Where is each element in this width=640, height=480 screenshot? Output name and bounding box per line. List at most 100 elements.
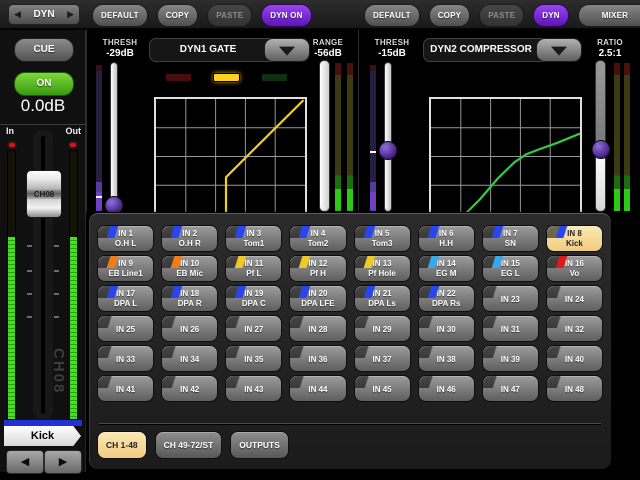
channel-button-in-8[interactable]: IN 8Kick — [546, 225, 603, 252]
channel-button-in-33[interactable]: IN 33 — [97, 345, 154, 372]
channel-button-in-42[interactable]: IN 42 — [161, 375, 218, 402]
channel-button-in-3[interactable]: IN 3Tom1 — [225, 225, 282, 252]
channel-button-in-9[interactable]: IN 9EB Line1 — [97, 255, 154, 282]
channel-button-in-34[interactable]: IN 34 — [161, 345, 218, 372]
next-page-icon[interactable]: ▶ — [67, 10, 74, 19]
channel-button-in-23[interactable]: IN 23 — [482, 285, 539, 312]
default-button[interactable]: DEFAULT — [92, 4, 148, 27]
comp-threshold-tick — [370, 151, 376, 153]
channel-button-in-7[interactable]: IN 7SN — [482, 225, 539, 252]
default-button[interactable]: DEFAULT — [364, 4, 420, 27]
channel-button-in-22[interactable]: IN 22DPA Rs — [418, 285, 475, 312]
comp-dropdown-button[interactable] — [536, 38, 582, 62]
channel-button-in-18[interactable]: IN 18DPA R — [161, 285, 218, 312]
comp-meter-2 — [623, 62, 631, 212]
corner-fold-icon — [226, 316, 260, 328]
channel-button-in-11[interactable]: IN 11Pf L — [225, 255, 282, 282]
channel-button-in-28[interactable]: IN 28 — [289, 315, 346, 342]
channel-color-stripe — [290, 226, 324, 238]
channel-name-plate[interactable]: Kick — [4, 426, 81, 446]
channel-button-in-19[interactable]: IN 19DPA C — [225, 285, 282, 312]
channel-button-in-16[interactable]: IN 16Vo — [546, 255, 603, 282]
corner-fold-icon — [355, 316, 389, 328]
channel-color-stripe — [419, 226, 453, 238]
comp-meter-1 — [613, 62, 621, 212]
channel-button-in-31[interactable]: IN 31 — [482, 315, 539, 342]
channel-button-in-15[interactable]: IN 15EG L — [482, 255, 539, 282]
comp-curve — [465, 134, 580, 215]
channel-on-button[interactable]: ON — [14, 72, 74, 96]
gate-threshold-slider[interactable] — [109, 62, 119, 212]
corner-fold-icon — [98, 376, 132, 388]
comp-type-dropdown[interactable]: DYN2 COMPRESSOR — [423, 38, 581, 62]
comp-ratio-knob[interactable] — [591, 140, 610, 159]
fader-knob[interactable]: CH08 — [26, 170, 62, 218]
channel-button-in-6[interactable]: IN 6H.H — [418, 225, 475, 252]
channel-button-in-13[interactable]: IN 13Pf Hole — [354, 255, 411, 282]
channel-button-in-17[interactable]: IN 17DPA L — [97, 285, 154, 312]
tab-ch-49-72-st[interactable]: CH 49-72/ST — [155, 431, 223, 459]
channel-button-in-36[interactable]: IN 36 — [289, 345, 346, 372]
cue-button[interactable]: CUE — [14, 38, 74, 62]
channel-button-in-44[interactable]: IN 44 — [289, 375, 346, 402]
channel-button-in-14[interactable]: IN 14EG M — [418, 255, 475, 282]
channel-button-in-27[interactable]: IN 27 — [225, 315, 282, 342]
channel-color-stripe — [419, 256, 453, 268]
channel-color-stripe — [419, 286, 453, 298]
channel-button-in-46[interactable]: IN 46 — [418, 375, 475, 402]
prev-channel-button[interactable]: ◀ — [6, 450, 44, 474]
channel-button-in-35[interactable]: IN 35 — [225, 345, 282, 372]
channel-button-in-1[interactable]: IN 1O.H L — [97, 225, 154, 252]
channel-button-in-32[interactable]: IN 32 — [546, 315, 603, 342]
gate-range-label: RANGE — [303, 38, 353, 47]
corner-fold-icon — [483, 316, 517, 328]
tab-outputs[interactable]: OUTPUTS — [230, 431, 289, 459]
channel-button-in-41[interactable]: IN 41 — [97, 375, 154, 402]
gate-meter-2 — [346, 62, 354, 212]
dyn-on-button[interactable]: DYN ON — [261, 4, 311, 27]
channel-button-in-10[interactable]: IN 10EB Mic — [161, 255, 218, 282]
channel-button-in-25[interactable]: IN 25 — [97, 315, 154, 342]
channel-button-in-4[interactable]: IN 4Tom2 — [289, 225, 346, 252]
channel-button-in-2[interactable]: IN 2O.H R — [161, 225, 218, 252]
comp-ratio-label: RATIO — [585, 38, 635, 47]
channel-button-in-37[interactable]: IN 37 — [354, 345, 411, 372]
dyn-on-button[interactable]: DYN ON — [533, 4, 569, 27]
bank-tab-row: CH 1-48 CH 49-72/STOUTPUTS — [97, 431, 289, 459]
gate-led-green — [261, 73, 288, 82]
channel-button-in-30[interactable]: IN 30 — [418, 315, 475, 342]
gate-type-dropdown[interactable]: DYN1 GATE — [149, 38, 309, 62]
channel-button-in-40[interactable]: IN 40 — [546, 345, 603, 372]
channel-button-in-48[interactable]: IN 48 — [546, 375, 603, 402]
corner-fold-icon — [419, 316, 453, 328]
channel-name-label: Tom2 — [290, 239, 345, 249]
channel-button-in-12[interactable]: IN 12Pf H — [289, 255, 346, 282]
channel-button-in-26[interactable]: IN 26 — [161, 315, 218, 342]
gate-range-slider[interactable] — [319, 60, 330, 212]
channel-button-in-21[interactable]: IN 21DPA Ls — [354, 285, 411, 312]
next-channel-button[interactable]: ▶ — [44, 450, 82, 474]
channel-button-in-20[interactable]: IN 20DPA LFE — [289, 285, 346, 312]
copy-button[interactable]: COPY — [157, 4, 198, 27]
copy-button[interactable]: COPY — [429, 4, 470, 27]
tab-ch-1-48[interactable]: CH 1-48 — [97, 431, 147, 459]
channel-button-in-47[interactable]: IN 47 — [482, 375, 539, 402]
paste-button: PASTE — [207, 4, 252, 27]
channel-button-in-45[interactable]: IN 45 — [354, 375, 411, 402]
channel-button-in-29[interactable]: IN 29 — [354, 315, 411, 342]
dyn-page-nav[interactable]: ◀ DYN ▶ — [8, 4, 80, 25]
comp-ratio-slider[interactable] — [595, 60, 606, 212]
channel-name-label: SN — [483, 239, 538, 249]
channel-button-in-24[interactable]: IN 24 — [546, 285, 603, 312]
channel-button-in-5[interactable]: IN 5Tom3 — [354, 225, 411, 252]
comp-threshold-slider[interactable] — [383, 62, 393, 212]
prev-page-icon[interactable]: ◀ — [14, 10, 21, 19]
output-meter-fill — [70, 237, 77, 419]
meter-in-label: In — [6, 126, 14, 136]
channel-button-in-39[interactable]: IN 39 — [482, 345, 539, 372]
channel-name-label: Tom1 — [226, 239, 281, 249]
mixer-button[interactable]: MIXER — [578, 4, 640, 27]
channel-button-in-43[interactable]: IN 43 — [225, 375, 282, 402]
comp-slider-knob[interactable] — [379, 141, 398, 160]
channel-button-in-38[interactable]: IN 38 — [418, 345, 475, 372]
